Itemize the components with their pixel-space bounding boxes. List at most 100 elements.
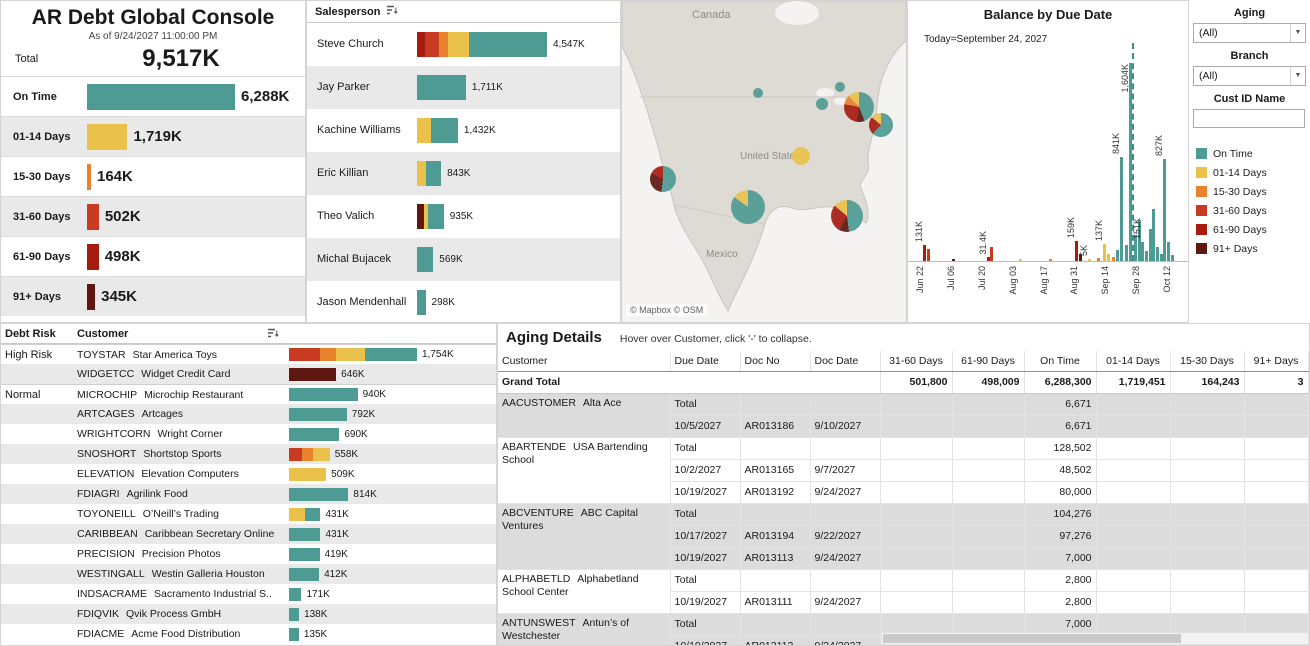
debt-risk-row[interactable]: PRECISIONPrecision Photos419K bbox=[1, 544, 496, 564]
balance-bar[interactable] bbox=[1019, 259, 1022, 261]
customer-cell[interactable]: ANTUNSWESTAntun’s of Westchester bbox=[498, 613, 670, 645]
kpi-bucket-bar[interactable] bbox=[87, 124, 127, 150]
legend-item[interactable]: 61-90 Days bbox=[1196, 220, 1310, 239]
salesperson-row[interactable]: Michal Bujacek569K bbox=[307, 238, 620, 281]
salesperson-bar[interactable] bbox=[417, 75, 466, 100]
balance-bar[interactable] bbox=[952, 259, 955, 261]
balance-bar[interactable] bbox=[927, 249, 930, 261]
legend-item[interactable]: 31-60 Days bbox=[1196, 201, 1310, 220]
kpi-bucket-bar[interactable] bbox=[87, 244, 99, 270]
balance-bar[interactable] bbox=[1167, 242, 1170, 261]
salesperson-bar[interactable] bbox=[417, 32, 547, 57]
balance-bar[interactable] bbox=[1112, 257, 1115, 261]
column-header[interactable]: 61-90 Days bbox=[952, 351, 1024, 371]
map-pie[interactable] bbox=[731, 190, 765, 224]
customer-cell[interactable]: AACUSTOMERAlta Ace bbox=[498, 393, 670, 437]
column-header[interactable]: 31-60 Days bbox=[880, 351, 952, 371]
balance-bar[interactable] bbox=[1103, 244, 1106, 261]
debt-risk-bar[interactable] bbox=[289, 388, 358, 401]
salesperson-bar[interactable] bbox=[417, 161, 441, 186]
salesperson-row[interactable]: Jason Mendenhall298K bbox=[307, 281, 620, 323]
chevron-down-icon[interactable]: ▼ bbox=[1290, 24, 1305, 42]
customer-cell[interactable]: ABARTENDEUSA Bartending School bbox=[498, 437, 670, 503]
balance-bar[interactable] bbox=[1141, 242, 1144, 261]
salesperson-bar[interactable] bbox=[417, 290, 426, 315]
debt-risk-row[interactable]: NormalMICROCHIPMicrochip Restaurant940K bbox=[1, 384, 496, 404]
debt-risk-row[interactable]: WRIGHTCORNWright Corner690K bbox=[1, 424, 496, 444]
column-header[interactable]: 91+ Days bbox=[1244, 351, 1308, 371]
debt-risk-bar[interactable] bbox=[289, 548, 320, 561]
chevron-down-icon[interactable]: ▼ bbox=[1290, 67, 1305, 85]
balance-bar[interactable] bbox=[1120, 157, 1123, 261]
debt-risk-row[interactable]: High RiskTOYSTARStar America Toys1,754K bbox=[1, 344, 496, 364]
debt-risk-row[interactable]: ARTCAGESArtcages792K bbox=[1, 404, 496, 424]
kpi-bucket-bar[interactable] bbox=[87, 204, 99, 230]
aging-row[interactable]: AACUSTOMERAlta AceTotal6,671 bbox=[498, 393, 1308, 415]
debt-risk-row[interactable]: FDIAGRIAgrilink Food814K bbox=[1, 484, 496, 504]
debt-risk-row[interactable]: FDIQVIKQvik Process GmbH138K bbox=[1, 604, 496, 624]
horizontal-scrollbar[interactable] bbox=[881, 632, 1309, 645]
legend-item[interactable]: 91+ Days bbox=[1196, 239, 1310, 258]
legend-item[interactable]: 01-14 Days bbox=[1196, 163, 1310, 182]
debt-risk-bar[interactable] bbox=[289, 608, 299, 621]
debt-risk-bar[interactable] bbox=[289, 488, 348, 501]
balance-bar[interactable] bbox=[1156, 247, 1159, 261]
cust-id-input[interactable] bbox=[1193, 109, 1305, 128]
legend-item[interactable]: 15-30 Days bbox=[1196, 182, 1310, 201]
debt-risk-row[interactable]: WIDGETCCWidget Credit Card646K bbox=[1, 364, 496, 384]
map-pie[interactable] bbox=[831, 200, 863, 232]
column-header[interactable]: On Time bbox=[1024, 351, 1096, 371]
salesperson-row[interactable]: Kachine Williams1,432K bbox=[307, 109, 620, 152]
map-pie[interactable] bbox=[650, 166, 676, 192]
aging-row[interactable]: ALPHABETLDAlphabetland School CenterTota… bbox=[498, 569, 1308, 591]
grand-total-row[interactable]: Grand Total501,800498,0096,288,3001,719,… bbox=[498, 371, 1308, 393]
column-header[interactable]: Customer bbox=[498, 351, 670, 371]
debt-risk-bar[interactable] bbox=[289, 528, 320, 541]
salesperson-row[interactable]: Steve Church4,547K bbox=[307, 23, 620, 66]
legend-item[interactable]: On Time bbox=[1196, 144, 1310, 163]
balance-bar[interactable] bbox=[1088, 259, 1091, 261]
debt-risk-bar[interactable] bbox=[289, 448, 330, 461]
salesperson-row[interactable]: Theo Valich935K bbox=[307, 195, 620, 238]
balance-bar[interactable] bbox=[1149, 229, 1152, 261]
balance-bar[interactable] bbox=[1125, 245, 1128, 261]
customer-cell[interactable]: ABCVENTUREABC Capital Ventures bbox=[498, 503, 670, 569]
branch-filter-dropdown[interactable]: (All) ▼ bbox=[1193, 66, 1306, 86]
kpi-bucket-bar[interactable] bbox=[87, 164, 91, 190]
column-header[interactable]: 15-30 Days bbox=[1170, 351, 1244, 371]
debt-risk-bar[interactable] bbox=[289, 588, 301, 601]
scrollbar-thumb[interactable] bbox=[883, 634, 1181, 643]
debt-risk-row[interactable]: TOYONEILLO’Neill’s Trading431K bbox=[1, 504, 496, 524]
debt-risk-row[interactable]: ELEVATIONElevation Computers509K bbox=[1, 464, 496, 484]
balance-bar[interactable] bbox=[1145, 251, 1148, 261]
map-pie[interactable] bbox=[753, 88, 763, 98]
balance-bar[interactable] bbox=[923, 245, 926, 261]
aging-row[interactable]: ABCVENTUREABC Capital VenturesTotal104,2… bbox=[498, 503, 1308, 525]
debt-risk-bar[interactable] bbox=[289, 568, 319, 581]
sort-icon[interactable] bbox=[386, 5, 398, 19]
salesperson-bar[interactable] bbox=[417, 204, 444, 229]
sort-icon[interactable] bbox=[267, 328, 279, 342]
map-pie[interactable] bbox=[844, 92, 874, 122]
kpi-bucket-bar[interactable] bbox=[87, 284, 95, 310]
balance-bar[interactable] bbox=[1116, 250, 1119, 261]
balance-bar[interactable] bbox=[1152, 209, 1155, 261]
debt-risk-bar[interactable] bbox=[289, 468, 326, 481]
salesperson-row[interactable]: Eric Killian843K bbox=[307, 152, 620, 195]
debt-risk-bar[interactable] bbox=[289, 348, 417, 361]
balance-bar[interactable] bbox=[1075, 241, 1078, 261]
debt-risk-row[interactable]: SNOSHORTShortstop Sports558K bbox=[1, 444, 496, 464]
map-pie[interactable] bbox=[869, 113, 893, 137]
column-header[interactable]: Doc Date bbox=[810, 351, 880, 371]
debt-risk-row[interactable]: WESTINGALLWestin Galleria Houston412K bbox=[1, 564, 496, 584]
debt-risk-row[interactable]: CARIBBEANCaribbean Secretary Online431K bbox=[1, 524, 496, 544]
map-pie[interactable] bbox=[835, 82, 845, 92]
balance-bar[interactable] bbox=[1097, 258, 1100, 261]
salesperson-bar[interactable] bbox=[417, 118, 458, 143]
debt-risk-bar[interactable] bbox=[289, 428, 339, 441]
salesperson-row[interactable]: Jay Parker1,711K bbox=[307, 66, 620, 109]
column-header[interactable]: Doc No bbox=[740, 351, 810, 371]
balance-bar[interactable] bbox=[1160, 254, 1163, 261]
debt-risk-bar[interactable] bbox=[289, 408, 347, 421]
kpi-bucket-bar[interactable] bbox=[87, 84, 235, 110]
